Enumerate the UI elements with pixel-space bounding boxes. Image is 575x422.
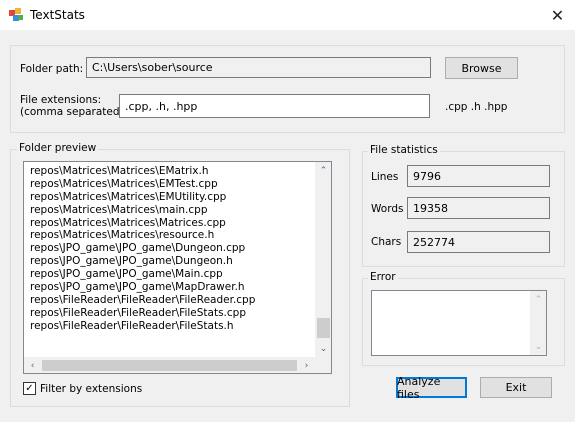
extensions-input[interactable]: .cpp, .h, .hpp bbox=[119, 94, 430, 118]
chars-field: 252774 bbox=[407, 231, 550, 253]
list-item[interactable]: repos\JPO_game\JPO_game\Dungeon.h bbox=[24, 255, 331, 268]
parsed-extensions: .cpp .h .hpp bbox=[445, 101, 508, 113]
list-item[interactable]: repos\Matrices\Matrices\EMTest.cpp bbox=[24, 178, 331, 191]
filter-checkbox-row[interactable]: ✓ Filter by extensions bbox=[23, 382, 142, 395]
error-scroll-down-icon[interactable]: ⌄ bbox=[530, 338, 546, 355]
folder-path-label: Folder path: bbox=[20, 63, 84, 75]
file-statistics-group-label: File statistics bbox=[368, 144, 440, 156]
list-item[interactable]: repos\Matrices\Matrices\resource.h bbox=[24, 229, 331, 242]
list-item[interactable]: repos\FileReader\FileReader\FileReader.c… bbox=[24, 294, 331, 307]
horizontal-scroll-thumb[interactable] bbox=[42, 360, 297, 371]
extensions-input-value: .cpp, .h, .hpp bbox=[125, 99, 198, 113]
checkmark-icon: ✓ bbox=[25, 382, 34, 394]
error-scroll-up-icon[interactable]: ⌃ bbox=[530, 291, 546, 308]
analyze-files-button[interactable]: Analyze files bbox=[396, 375, 467, 401]
chars-value: 252774 bbox=[413, 235, 455, 249]
vertical-scrollbar[interactable]: ⌃ ⌄ bbox=[315, 162, 331, 357]
words-value: 19358 bbox=[413, 201, 448, 215]
error-scrollbar[interactable]: ⌃ ⌄ bbox=[530, 291, 546, 355]
folder-path-field[interactable]: C:\Users\sober\source bbox=[86, 57, 431, 78]
words-field: 19358 bbox=[407, 197, 550, 219]
close-icon: ✕ bbox=[550, 5, 565, 25]
extensions-label-line1: File extensions: bbox=[20, 94, 102, 106]
app-icon bbox=[8, 7, 24, 23]
close-button[interactable]: ✕ bbox=[540, 0, 575, 30]
scroll-left-icon[interactable]: ‹ bbox=[24, 357, 41, 373]
error-group-label: Error bbox=[368, 271, 398, 283]
chars-label: Chars bbox=[371, 236, 402, 248]
filter-checkbox[interactable]: ✓ bbox=[23, 382, 36, 395]
scroll-down-icon[interactable]: ⌄ bbox=[315, 340, 331, 357]
scroll-right-icon[interactable]: › bbox=[298, 357, 315, 373]
list-item[interactable]: repos\Matrices\Matrices\EMatrix.h bbox=[24, 165, 331, 178]
horizontal-scrollbar[interactable]: ‹ › bbox=[24, 357, 315, 373]
list-item[interactable]: repos\Matrices\Matrices\Matrices.cpp bbox=[24, 217, 331, 230]
list-item[interactable]: repos\FileReader\FileReader\FileStats.h bbox=[24, 320, 331, 333]
scroll-up-icon[interactable]: ⌃ bbox=[315, 162, 331, 179]
vertical-scroll-thumb[interactable] bbox=[317, 318, 330, 338]
list-item[interactable]: repos\FileReader\FileReader\FileStats.cp… bbox=[24, 307, 331, 320]
error-text-box[interactable]: ⌃ ⌄ bbox=[371, 290, 547, 356]
scroll-corner bbox=[315, 357, 331, 373]
browse-button[interactable]: Browse bbox=[445, 57, 518, 79]
folder-preview-group-label: Folder preview bbox=[17, 142, 99, 154]
list-item[interactable]: repos\Matrices\Matrices\main.cpp bbox=[24, 204, 331, 217]
lines-value: 9796 bbox=[413, 169, 441, 183]
words-label: Words bbox=[371, 203, 404, 215]
list-item[interactable]: repos\JPO_game\JPO_game\MapDrawer.h bbox=[24, 281, 331, 294]
list-item[interactable]: repos\JPO_game\JPO_game\Main.cpp bbox=[24, 268, 331, 281]
lines-label: Lines bbox=[371, 171, 399, 183]
list-item[interactable]: repos\JPO_game\JPO_game\Dungeon.cpp bbox=[24, 242, 331, 255]
folder-path-value: C:\Users\sober\source bbox=[92, 61, 213, 74]
title-bar bbox=[0, 0, 575, 30]
extensions-label-line2: (comma separated) bbox=[20, 106, 124, 118]
folder-preview-list[interactable]: repos\Matrices\Matrices\EMatrix.h repos\M… bbox=[23, 161, 332, 374]
exit-button[interactable]: Exit bbox=[480, 377, 552, 398]
list-item[interactable]: repos\Matrices\Matrices\EMUtility.cpp bbox=[24, 191, 331, 204]
window-title: TextStats bbox=[30, 8, 85, 22]
extensions-label: File extensions: (comma separated) bbox=[20, 94, 124, 118]
lines-field: 9796 bbox=[407, 165, 550, 187]
filter-checkbox-label: Filter by extensions bbox=[40, 382, 143, 395]
